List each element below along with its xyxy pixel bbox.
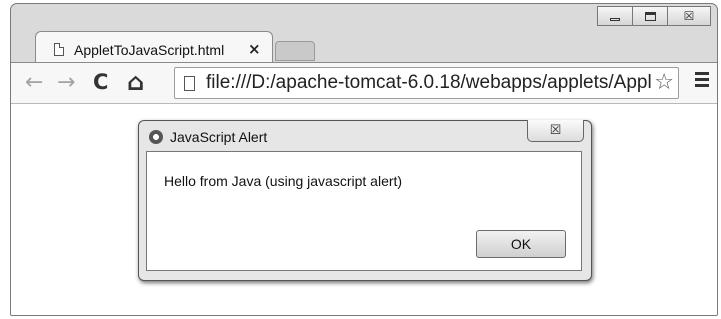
page-document-icon [184, 76, 195, 91]
chrome-icon [149, 130, 163, 144]
close-icon: ☒ [683, 9, 695, 23]
address-bar[interactable]: file:///D:/apache-tomcat-6.0.18/webapps/… [174, 67, 679, 99]
maximize-button[interactable] [632, 6, 668, 26]
window-close-button[interactable]: ☒ [667, 6, 711, 26]
tab-applet-to-javascript[interactable]: AppletToJavaScript.html × [35, 31, 273, 63]
ok-button[interactable]: OK [476, 230, 566, 258]
bookmark-star-icon[interactable]: ☆ [654, 70, 674, 95]
javascript-alert-dialog: JavaScript Alert ☒ Hello from Java (usin… [138, 120, 592, 281]
minimize-button[interactable] [597, 6, 633, 26]
close-icon: ☒ [549, 123, 562, 138]
back-arrow-icon[interactable]: ← [25, 70, 43, 95]
document-icon [54, 43, 64, 56]
url-text[interactable]: file:///D:/apache-tomcat-6.0.18/webapps/… [206, 72, 651, 94]
dialog-close-button[interactable]: ☒ [527, 120, 584, 142]
window-controls: ☒ [597, 6, 711, 26]
menu-icon[interactable] [695, 72, 709, 90]
alert-message: Hello from Java (using javascript alert) [164, 173, 403, 189]
tab-close-icon[interactable]: × [248, 40, 261, 58]
forward-arrow-icon[interactable]: → [57, 70, 75, 95]
browser-toolbar: ← → C ⌂ file:///D:/apache-tomcat-6.0.18/… [11, 62, 717, 104]
new-tab-button[interactable] [275, 41, 315, 61]
home-icon[interactable]: ⌂ [127, 68, 144, 96]
reload-icon[interactable]: C [93, 70, 108, 94]
dialog-title: JavaScript Alert [170, 129, 268, 145]
minimize-icon [610, 17, 620, 21]
dialog-body: Hello from Java (using javascript alert)… [146, 151, 582, 271]
maximize-icon [644, 11, 656, 21]
tab-title: AppletToJavaScript.html [74, 42, 225, 58]
